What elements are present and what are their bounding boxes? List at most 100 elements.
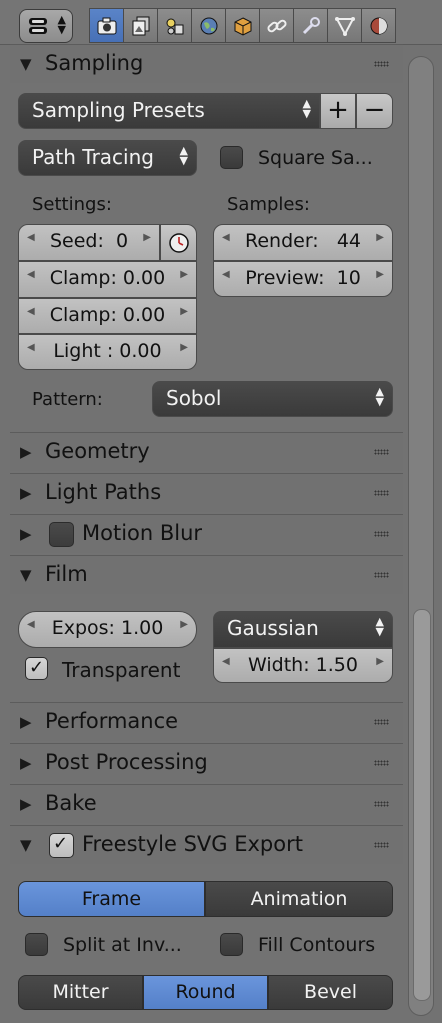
- dropdown-arrows-icon: ▲ ▼: [179, 144, 188, 167]
- panel-title: Sampling: [45, 51, 144, 75]
- panel-header-sampling[interactable]: ▼ Sampling: [10, 44, 403, 83]
- scene-icon: [166, 18, 183, 34]
- expanded-triangle-icon: ▼: [20, 836, 32, 854]
- increment-arrow-icon[interactable]: ▶: [376, 656, 384, 667]
- collapsed-triangle-icon: ▶: [20, 795, 32, 813]
- checkmark-icon: ✓: [29, 657, 45, 678]
- increment-arrow-icon[interactable]: ▶: [180, 619, 188, 630]
- drag-grip-icon[interactable]: [374, 61, 389, 67]
- filter-width-value: Width: 1.50: [248, 654, 358, 676]
- fill-contours-label: Fill Contours: [258, 934, 376, 956]
- panel-header-performance[interactable]: ▶ Performance: [10, 702, 403, 741]
- world-icon: [200, 17, 217, 34]
- seed-field[interactable]: ◀ Seed: 0 ▶: [18, 224, 160, 261]
- add-preset-button[interactable]: +: [320, 93, 356, 129]
- increment-arrow-icon[interactable]: ▶: [180, 342, 188, 353]
- filter-width-field[interactable]: ◀ Width: 1.50 ▶: [213, 648, 393, 683]
- sampling-pattern-dropdown[interactable]: Sobol ▲ ▼: [152, 381, 393, 417]
- drag-grip-icon[interactable]: [374, 572, 389, 578]
- panel-header-film[interactable]: ▼ Film: [10, 555, 403, 594]
- tab-world[interactable]: [191, 8, 225, 43]
- samples-heading: Samples:: [227, 194, 310, 215]
- panel-header-geometry[interactable]: ▶ Geometry: [10, 432, 403, 471]
- remove-preset-button[interactable]: −: [356, 93, 393, 129]
- join-bevel-button[interactable]: Bevel: [268, 975, 393, 1010]
- increment-arrow-icon[interactable]: ▶: [180, 269, 188, 280]
- integrator-dropdown[interactable]: Path Tracing ▲ ▼: [18, 140, 197, 176]
- mode-frame-button[interactable]: Frame: [18, 881, 205, 917]
- panel-header-motion-blur[interactable]: ▶ Motion Blur: [10, 514, 403, 553]
- drag-grip-icon[interactable]: [374, 760, 389, 766]
- dropdown-arrows-icon: ▲ ▼: [302, 97, 311, 120]
- drag-grip-icon[interactable]: [374, 801, 389, 807]
- object-data-icon: [334, 16, 355, 36]
- drag-grip-icon[interactable]: [374, 531, 389, 537]
- render-samples-label: Render:: [244, 230, 319, 252]
- filter-type-value: Gaussian: [227, 616, 319, 640]
- preview-samples-field[interactable]: ◀ Preview: 10 ▶: [213, 261, 393, 297]
- drag-grip-icon[interactable]: [374, 449, 389, 455]
- panel-header-light-paths[interactable]: ▶ Light Paths: [10, 473, 403, 512]
- increment-arrow-icon[interactable]: ▶: [376, 232, 384, 243]
- join-round-button[interactable]: Round: [143, 975, 268, 1010]
- editor-type-button[interactable]: ▲ ▼: [19, 9, 73, 43]
- clamp-direct-field[interactable]: ◀ Clamp: 0.00 ▶: [18, 261, 197, 298]
- increment-arrow-icon[interactable]: ▶: [180, 306, 188, 317]
- fill-contours-checkbox[interactable]: [220, 933, 243, 956]
- checkmark-icon: ✓: [53, 833, 69, 854]
- properties-editor-icon: [29, 18, 47, 34]
- increment-arrow-icon[interactable]: ▶: [376, 269, 384, 280]
- material-icon: [370, 17, 387, 34]
- panel-title: Performance: [45, 709, 179, 733]
- collapsed-triangle-icon: ▶: [20, 713, 32, 731]
- object-icon: [234, 16, 251, 36]
- pixel-filter-dropdown[interactable]: Gaussian ▲ ▼: [213, 611, 393, 648]
- render-samples-field[interactable]: ◀ Render: 44 ▶: [213, 224, 393, 261]
- expanded-triangle-icon: ▼: [20, 566, 32, 584]
- render-samples-value: 44: [336, 230, 362, 252]
- integrator-value: Path Tracing: [32, 145, 154, 169]
- panel-header-bake[interactable]: ▶ Bake: [10, 784, 403, 823]
- settings-heading: Settings:: [32, 194, 112, 215]
- tab-object-data[interactable]: [327, 8, 361, 43]
- square-samples-label: Square Sa...: [258, 147, 373, 169]
- panel-title: Geometry: [45, 439, 150, 463]
- pattern-value: Sobol: [166, 386, 222, 410]
- light-threshold-value: Light : 0.00: [53, 340, 162, 362]
- modifiers-wrench-icon: [302, 16, 320, 34]
- motion-blur-checkbox[interactable]: [49, 522, 74, 547]
- drag-grip-icon[interactable]: [374, 842, 389, 848]
- clamp-direct-value: Clamp: 0.00: [49, 267, 166, 289]
- tab-render[interactable]: [89, 8, 123, 43]
- sampling-presets-menu[interactable]: Sampling Presets ▲ ▼: [18, 93, 320, 129]
- tab-material[interactable]: [361, 8, 396, 43]
- panel-header-post-processing[interactable]: ▶ Post Processing: [10, 743, 403, 782]
- tab-constraints[interactable]: [259, 8, 293, 43]
- mode-animation-button[interactable]: Animation: [205, 881, 393, 917]
- transparent-checkbox[interactable]: ✓: [25, 657, 48, 680]
- drag-grip-icon[interactable]: [374, 719, 389, 725]
- clamp-indirect-value: Clamp: 0.00: [49, 304, 166, 326]
- square-samples-checkbox[interactable]: [220, 146, 243, 169]
- tab-scene[interactable]: [157, 8, 191, 43]
- panel-title: Light Paths: [45, 480, 162, 504]
- dropdown-arrows-icon: ▲ ▼: [57, 13, 66, 36]
- tab-modifiers[interactable]: [293, 8, 327, 43]
- film-exposure-field[interactable]: ◀ Expos: 1.00 ▶: [18, 611, 197, 648]
- tab-render-layers[interactable]: [123, 8, 157, 43]
- exposure-value: Expos: 1.00: [51, 617, 164, 639]
- tab-object[interactable]: [225, 8, 259, 43]
- animated-seed-button[interactable]: [160, 224, 197, 261]
- clamp-indirect-field[interactable]: ◀ Clamp: 0.00 ▶: [18, 298, 197, 334]
- drag-grip-icon[interactable]: [374, 490, 389, 496]
- split-at-invisible-checkbox[interactable]: [25, 933, 48, 956]
- scrollbar-thumb[interactable]: [413, 609, 431, 1001]
- light-sampling-threshold-field[interactable]: ◀ Light : 0.00 ▶: [18, 334, 197, 370]
- freestyle-svg-checkbox[interactable]: ✓: [49, 833, 74, 858]
- join-mitter-button[interactable]: Mitter: [18, 975, 143, 1010]
- increment-arrow-icon[interactable]: ▶: [143, 232, 151, 243]
- panel-scrollbar[interactable]: [408, 56, 434, 1016]
- pattern-label: Pattern:: [32, 389, 103, 410]
- sampling-presets-label: Sampling Presets: [32, 98, 205, 122]
- panel-header-freestyle-svg-export[interactable]: ▼ ✓ Freestyle SVG Export: [10, 825, 403, 864]
